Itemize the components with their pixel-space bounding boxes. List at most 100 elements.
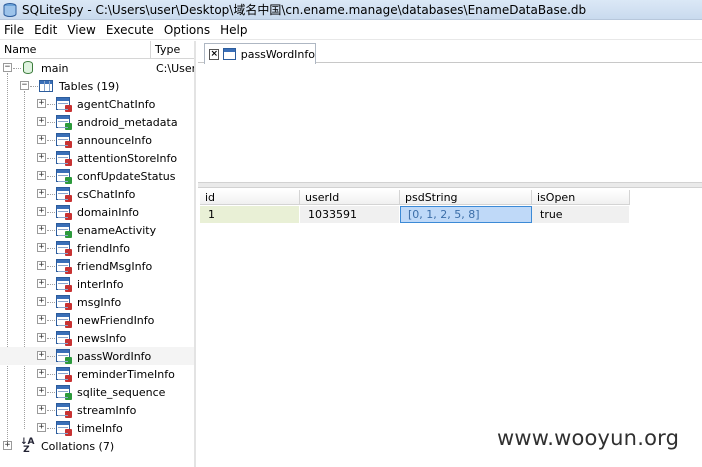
collapse-icon[interactable]: − <box>3 63 12 72</box>
tree-node-label: confUpdateStatus <box>77 169 176 183</box>
tree-node-label: Collations (7) <box>41 439 115 453</box>
tree-node-label: interInfo <box>77 277 124 291</box>
table-icon <box>56 349 72 364</box>
table-badge-icon <box>65 177 72 184</box>
sidebar-item-remindertimeinfo[interactable]: + reminderTimeInfo <box>0 365 194 383</box>
expand-icon[interactable]: + <box>37 387 46 396</box>
sql-editor[interactable] <box>198 64 702 182</box>
expand-icon[interactable]: + <box>37 261 46 270</box>
table-icon <box>56 367 72 382</box>
tree-node-label: friendInfo <box>77 241 130 255</box>
table-badge-icon <box>65 393 72 400</box>
tree-connector <box>47 140 55 141</box>
splitter-handle[interactable] <box>198 182 702 188</box>
table-badge-icon <box>65 231 72 238</box>
expand-icon[interactable]: + <box>37 243 46 252</box>
table-cell-id[interactable]: 1 <box>200 206 300 223</box>
sidebar-item-newfriendinfo[interactable]: + newFriendInfo <box>0 311 194 329</box>
tree-node-label: sqlite_sequence <box>77 385 166 399</box>
sidebar-item-agentchatinfo[interactable]: + agentChatInfo <box>0 95 194 113</box>
schema-tree[interactable]: Name Type − main C:\User: − Tables (19) + agen… <box>0 41 196 467</box>
expand-icon[interactable]: + <box>37 153 46 162</box>
tree-header-type[interactable]: Type <box>150 41 194 58</box>
table-cell-userid[interactable]: 1033591 <box>300 206 400 223</box>
expand-icon[interactable]: + <box>37 207 46 216</box>
expand-icon[interactable]: + <box>37 369 46 378</box>
table-badge-icon <box>65 213 72 220</box>
table-cell-isopen[interactable]: true <box>532 206 630 223</box>
tree-node-tables[interactable]: − Tables (19) <box>0 77 194 95</box>
menu-item-file[interactable]: File <box>0 20 30 40</box>
sidebar-item-announceinfo[interactable]: + announceInfo <box>0 131 194 149</box>
menu-item-view[interactable]: View <box>63 20 101 40</box>
tree-node-label: enameActivity <box>77 223 157 237</box>
tree-node-label: msgInfo <box>77 295 122 309</box>
tree-node-label: reminderTimeInfo <box>77 367 175 381</box>
tree-node-label: agentChatInfo <box>77 97 156 111</box>
sidebar-item-friendinfo[interactable]: + friendInfo <box>0 239 194 257</box>
tab-passwordinfo[interactable]: × passWordInfo <box>204 43 316 64</box>
expand-icon[interactable]: + <box>37 351 46 360</box>
menu-item-edit[interactable]: Edit <box>30 20 63 40</box>
close-icon[interactable]: × <box>209 48 220 60</box>
tables-icon <box>39 80 53 92</box>
sidebar-item-confupdatestatus[interactable]: + confUpdateStatus <box>0 167 194 185</box>
tree-connector <box>47 104 55 105</box>
sidebar-item-attentionstoreinfo[interactable]: + attentionStoreInfo <box>0 149 194 167</box>
expand-icon[interactable]: + <box>3 441 12 450</box>
expand-icon[interactable]: + <box>37 99 46 108</box>
window-title: SQLiteSpy - C:\Users\user\Desktop\域名中国\c… <box>22 3 587 17</box>
expand-icon[interactable]: + <box>37 279 46 288</box>
tree-header-name[interactable]: Name <box>4 43 36 56</box>
sidebar-item-newsinfo[interactable]: + newsInfo <box>0 329 194 347</box>
sidebar-item-msginfo[interactable]: + msgInfo <box>0 293 194 311</box>
table-icon <box>56 241 72 256</box>
sidebar-item-passwordinfo[interactable]: + passWordInfo <box>0 347 194 365</box>
expand-icon[interactable]: + <box>37 117 46 126</box>
menu-item-help[interactable]: Help <box>216 20 253 40</box>
expand-icon[interactable]: + <box>37 423 46 432</box>
expand-icon[interactable]: + <box>37 333 46 342</box>
tree-node-label: android_metadata <box>77 115 178 129</box>
table-icon <box>56 115 72 130</box>
table-cell-psdstring[interactable]: [0, 1, 2, 5, 8] <box>400 206 532 223</box>
expand-icon[interactable]: + <box>37 171 46 180</box>
menu-item-execute[interactable]: Execute <box>102 20 160 40</box>
sidebar-item-timeinfo[interactable]: + timeInfo <box>0 419 194 437</box>
table-badge-icon <box>65 195 72 202</box>
title-bar: SQLiteSpy - C:\Users\user\Desktop\域名中国\c… <box>0 0 702 20</box>
tree-node-main[interactable]: − main C:\User: <box>0 59 194 77</box>
sidebar-item-streaminfo[interactable]: + streamInfo <box>0 401 194 419</box>
tree-connector <box>47 194 55 195</box>
menu-item-options[interactable]: Options <box>160 20 216 40</box>
tree-connector <box>30 86 38 87</box>
expand-icon[interactable]: + <box>37 315 46 324</box>
expand-icon[interactable]: + <box>37 405 46 414</box>
sidebar-item-enameactivity[interactable]: + enameActivity <box>0 221 194 239</box>
table-badge-icon <box>65 141 72 148</box>
column-header-userid[interactable]: userId <box>300 190 400 205</box>
table-icon <box>56 169 72 184</box>
table-badge-icon <box>65 375 72 382</box>
expand-icon[interactable]: + <box>37 189 46 198</box>
right-pane: × passWordInfo id userId psdString isOpen 1 1… <box>198 41 702 467</box>
sidebar-item-domaininfo[interactable]: + domainInfo <box>0 203 194 221</box>
column-header-psdstring[interactable]: psdString <box>400 190 532 205</box>
column-header-id[interactable]: id <box>200 190 300 205</box>
column-header-isopen[interactable]: isOpen <box>532 190 630 205</box>
expand-icon[interactable]: + <box>37 135 46 144</box>
sidebar-item-friendmsginfo[interactable]: + friendMsgInfo <box>0 257 194 275</box>
table-badge-icon <box>65 285 72 292</box>
tree-header: Name Type <box>0 41 194 59</box>
sidebar-item-sqlite-sequence[interactable]: + sqlite_sequence <box>0 383 194 401</box>
tree-node-label: streamInfo <box>77 403 137 417</box>
collapse-icon[interactable]: − <box>20 81 29 90</box>
tree-node-collations[interactable]: + ↓A Z Collations (7) <box>0 437 194 455</box>
table-badge-icon <box>65 357 72 364</box>
expand-icon[interactable]: + <box>37 297 46 306</box>
expand-icon[interactable]: + <box>37 225 46 234</box>
sidebar-item-android-metadata[interactable]: + android_metadata <box>0 113 194 131</box>
database-icon <box>23 61 33 74</box>
sidebar-item-interinfo[interactable]: + interInfo <box>0 275 194 293</box>
sidebar-item-cschatinfo[interactable]: + csChatInfo <box>0 185 194 203</box>
